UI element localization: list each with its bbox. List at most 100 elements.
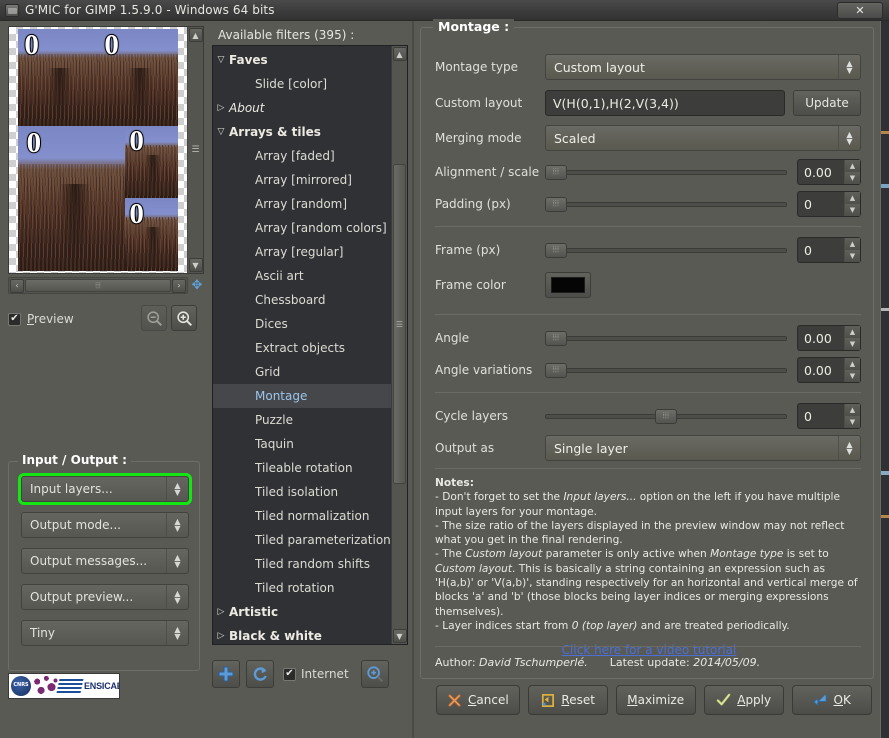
padding-spinner[interactable]: 0 ▲ ▼	[797, 191, 861, 217]
spinner-arrows-icon[interactable]: ▲ ▼	[844, 192, 860, 216]
filter-category[interactable]: ▽ Arrays & tiles	[213, 120, 391, 144]
preview-checkbox[interactable]: ✔	[8, 312, 21, 326]
filter-item[interactable]: Tiled random shifts	[213, 552, 391, 576]
alignment-scale-spinner[interactable]: 0.00 ▲ ▼	[797, 159, 861, 185]
alignment-scale-slider[interactable]: ⦙⦙⦙	[545, 159, 787, 185]
chevron-updown-icon[interactable]: ▲ ▼	[838, 436, 860, 460]
apply-button[interactable]: Apply	[703, 685, 784, 715]
chevron-down-icon[interactable]: ▽	[213, 55, 229, 65]
padding-slider[interactable]: ⦙⦙⦙	[545, 191, 787, 217]
spinner-arrows-icon[interactable]: ▲ ▼	[844, 326, 860, 350]
chevron-updown-icon[interactable]: ▲ ▼	[838, 126, 860, 150]
slider-handle[interactable]: ⦙⦙⦙	[545, 330, 567, 346]
filter-item[interactable]: Tileable rotation	[213, 456, 391, 480]
montage-type-select[interactable]: Custom layout ▲ ▼	[545, 54, 861, 80]
filter-item[interactable]: Dices	[213, 312, 391, 336]
slider-handle[interactable]: ⦙⦙⦙	[545, 242, 567, 258]
chevron-right-icon[interactable]: ▷	[213, 631, 229, 641]
io-combo-tiny[interactable]: Tiny ▲ ▼	[21, 620, 189, 646]
zoom-out-button[interactable]	[141, 305, 167, 331]
slider-handle[interactable]: ⦙⦙⦙	[545, 362, 567, 378]
move-cross-icon[interactable]: ✥	[190, 279, 204, 293]
angle-variations-slider[interactable]: ⦙⦙⦙	[545, 357, 787, 383]
internet-checkbox[interactable]: ✔	[283, 667, 296, 681]
chevron-updown-icon[interactable]: ▲ ▼	[838, 55, 860, 79]
filter-item[interactable]: Array [random]	[213, 192, 391, 216]
spinner-arrows-icon[interactable]: ▲ ▼	[844, 404, 860, 428]
angle-slider[interactable]: ⦙⦙⦙	[545, 325, 787, 351]
filter-category[interactable]: ▷ Artistic	[213, 600, 391, 624]
chevron-updown-icon[interactable]: ▲ ▼	[166, 477, 188, 501]
scroll-thumb[interactable]: ⦙⦙⦙	[25, 279, 171, 292]
merging-mode-select[interactable]: Scaled ▲ ▼	[545, 125, 861, 151]
zoom-in-button[interactable]	[171, 305, 197, 331]
spinner-arrows-icon[interactable]: ▲ ▼	[844, 358, 860, 382]
io-combo-output-preview[interactable]: Output preview... ▲ ▼	[21, 584, 189, 610]
reset-button[interactable]: Reset	[527, 685, 608, 715]
filter-item[interactable]: Ascii art	[213, 264, 391, 288]
io-combo-input-layers[interactable]: Input layers... ▲ ▼	[18, 473, 192, 505]
frame-slider[interactable]: ⦙⦙⦙	[545, 237, 787, 263]
chevron-down-icon[interactable]: ▽	[213, 127, 229, 137]
maximize-button[interactable]: Maximize	[615, 685, 696, 715]
chevron-right-icon[interactable]: ▷	[213, 607, 229, 617]
output-as-select[interactable]: Single layer ▲ ▼	[545, 435, 861, 461]
filter-item[interactable]: Grid	[213, 360, 391, 384]
filter-category[interactable]: ▽ Faves	[213, 48, 391, 72]
cycle-layers-spinner[interactable]: 0 ▲ ▼	[797, 403, 861, 429]
spinner-arrows-icon[interactable]: ▲ ▼	[844, 160, 860, 184]
add-filter-button[interactable]	[212, 660, 240, 688]
cancel-button[interactable]: CCancelancel	[436, 685, 520, 715]
scroll-left-arrow-icon[interactable]: ‹	[10, 278, 24, 293]
io-combo-output-mode[interactable]: Output mode... ▲ ▼	[21, 512, 189, 538]
cycle-layers-slider[interactable]: ⦙⦙⦙	[545, 403, 787, 429]
filter-item[interactable]: Taquin	[213, 432, 391, 456]
filter-list-scrollbar[interactable]: ▲ ▼ ☰	[391, 46, 407, 644]
custom-layout-input[interactable]: V(H(0,1),H(2,V(3,4))	[545, 90, 785, 116]
internet-toggle[interactable]: ✔ Internet	[283, 667, 349, 681]
filter-item[interactable]: Array [random colors]	[213, 216, 391, 240]
io-combo-output-messages[interactable]: Output messages... ▲ ▼	[21, 548, 189, 574]
chevron-updown-icon[interactable]: ▲ ▼	[166, 513, 188, 537]
filter-item[interactable]: Array [faded]	[213, 144, 391, 168]
spinner-arrows-icon[interactable]: ▲ ▼	[844, 238, 860, 262]
filter-category[interactable]: ▷ About	[213, 96, 391, 120]
filter-item[interactable]: Chessboard	[213, 288, 391, 312]
preview-horizontal-scrollbar[interactable]: ‹ ⦙⦙⦙ ›	[8, 277, 188, 294]
filter-item[interactable]: Tiled normalization	[213, 504, 391, 528]
filter-item[interactable]: Tiled isolation	[213, 480, 391, 504]
close-button[interactable]: ✕	[837, 2, 883, 19]
scroll-down-arrow-icon[interactable]: ▼	[188, 258, 203, 272]
search-filters-button[interactable]	[360, 660, 389, 688]
scroll-up-arrow-icon[interactable]: ▲	[188, 28, 203, 42]
chevron-right-icon[interactable]: ▷	[213, 103, 229, 113]
filter-item[interactable]: Array [regular]	[213, 240, 391, 264]
preview-vertical-scrollbar[interactable]: ▲ ☰ ▼	[187, 27, 203, 273]
filter-item[interactable]: Tiled rotation	[213, 576, 391, 600]
chevron-updown-icon[interactable]: ▲ ▼	[166, 621, 188, 645]
filter-item[interactable]: Slide [color]	[213, 72, 391, 96]
filter-scroll-up-icon[interactable]: ▲	[392, 47, 407, 61]
angle-spinner[interactable]: 0.00 ▲ ▼	[797, 325, 861, 351]
chevron-updown-icon[interactable]: ▲ ▼	[166, 549, 188, 573]
angle-variations-spinner[interactable]: 0.00 ▲ ▼	[797, 357, 861, 383]
frame-spinner[interactable]: 0 ▲ ▼	[797, 237, 861, 263]
filter-item[interactable]: Puzzle	[213, 408, 391, 432]
filter-scroll-down-icon[interactable]: ▼	[392, 629, 407, 643]
preview-canvas[interactable]: 0 0 0 0 0	[9, 27, 187, 273]
chevron-updown-icon[interactable]: ▲ ▼	[166, 585, 188, 609]
filter-scroll-thumb[interactable]: ☰	[393, 164, 406, 484]
filter-item[interactable]: Array [mirrored]	[213, 168, 391, 192]
filter-item[interactable]: Tiled parameterization	[213, 528, 391, 552]
frame-color-button[interactable]	[545, 272, 591, 298]
slider-handle[interactable]: ⦙⦙⦙	[545, 164, 567, 180]
filter-category[interactable]: ▷ Black & white	[213, 624, 391, 644]
filter-item[interactable]: Extract objects	[213, 336, 391, 360]
slider-handle[interactable]: ⦙⦙⦙	[545, 196, 567, 212]
ok-button[interactable]: OK	[791, 685, 872, 715]
slider-handle[interactable]: ⦙⦙⦙	[655, 408, 677, 424]
refresh-filters-button[interactable]	[246, 660, 274, 688]
filter-tree[interactable]: ▽ Faves Slide [color] ▷ About ▽ Arrays & tiles…	[213, 46, 391, 644]
update-button[interactable]: Update	[793, 90, 861, 116]
scroll-right-arrow-icon[interactable]: ›	[172, 278, 186, 293]
